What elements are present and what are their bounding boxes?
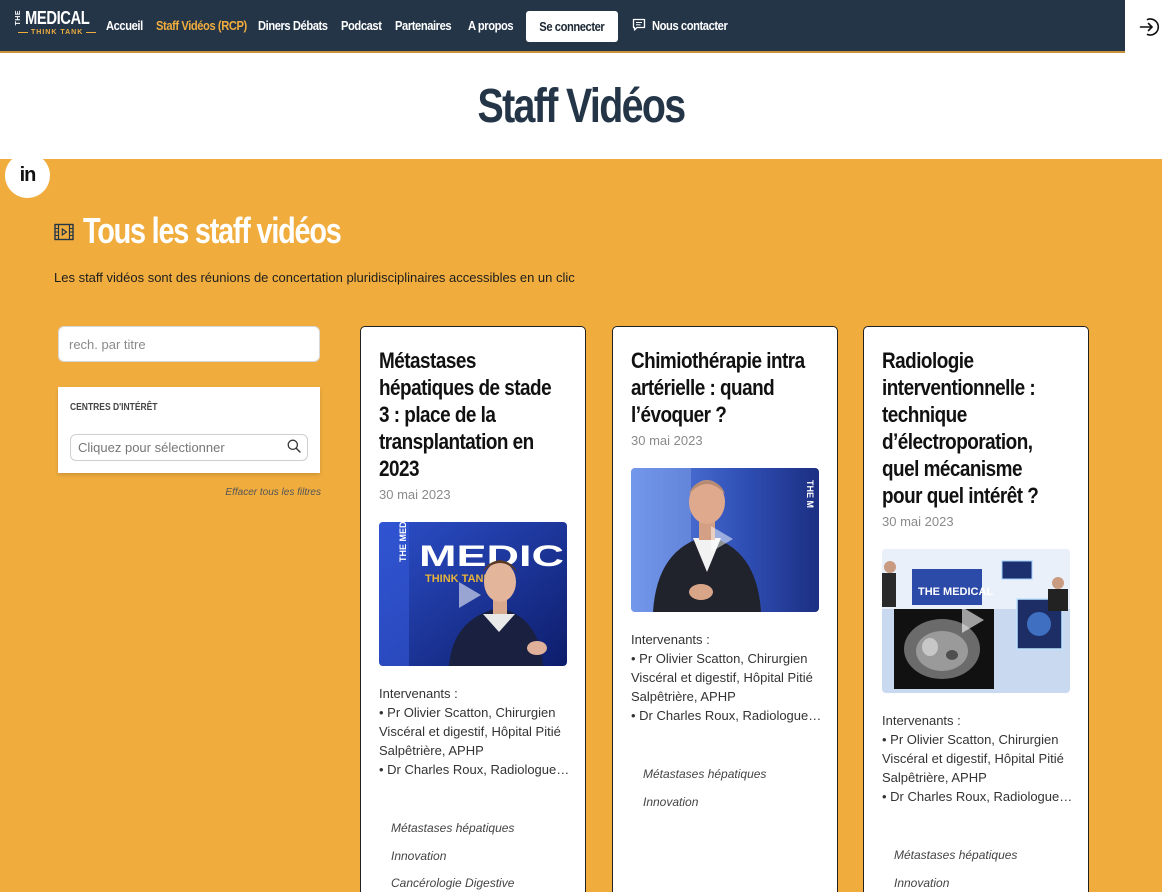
section-description: Les staff vidéos sont des réunions de co… <box>54 270 575 285</box>
thumbnail-logo-the: THE MEDICAL <box>398 522 408 562</box>
speaker-entry: • Dr Charles Roux, Radiologue… <box>631 708 822 723</box>
speaker-entry: • Dr Charles Roux, Radiologue… <box>379 762 570 777</box>
video-card-speakers: Intervenants : • Pr Olivier Scatton, Chi… <box>882 711 1076 806</box>
speakers-heading: Intervenants : <box>631 632 710 647</box>
topic-tag[interactable]: Métastases hépatiques <box>391 820 514 836</box>
video-card[interactable]: Métastases hépatiques de stade 3 : place… <box>360 326 586 892</box>
speaker-entry: • Pr Olivier Scatton, Chirurgien Viscéra… <box>379 705 561 758</box>
thumbnail-logo-text: THE M <box>805 480 815 508</box>
video-card[interactable]: Radiologie interventionnelle : technique… <box>863 326 1089 892</box>
nav-link-partenaires[interactable]: Partenaires <box>395 17 452 35</box>
section-title: Tous les staff vidéos <box>83 210 342 251</box>
site-logo[interactable]: THE MEDICAL THINK TANK <box>15 9 90 41</box>
page-header: Staff Vidéos <box>0 53 1162 159</box>
speaker-entry: • Pr Olivier Scatton, Chirurgien Viscéra… <box>631 651 813 704</box>
topic-tag[interactable]: Métastases hépatiques <box>894 847 1017 863</box>
topic-tag[interactable]: Cancérologie Digestive <box>391 875 514 891</box>
film-icon <box>54 223 74 241</box>
nav-link-accueil[interactable]: Accueil <box>106 17 143 35</box>
nav-link-podcast[interactable]: Podcast <box>341 17 382 35</box>
video-thumbnail[interactable]: THE M <box>631 468 819 612</box>
contact-link-label: Nous contacter <box>652 18 728 33</box>
top-navigation: THE MEDICAL THINK TANK Accueil Staff Vid… <box>0 0 1125 53</box>
video-card-date: 30 mai 2023 <box>882 514 954 529</box>
topic-tag[interactable]: Innovation <box>643 794 698 810</box>
video-thumbnail[interactable]: THE MEDICAL <box>882 549 1070 693</box>
interests-filter-panel: CENTRES D'INTÉRÊT <box>58 387 320 473</box>
interests-select-input[interactable] <box>70 434 308 461</box>
video-card-date: 30 mai 2023 <box>631 433 703 448</box>
account-panel-toggle[interactable] <box>1125 0 1162 53</box>
sign-in-icon <box>1139 18 1160 36</box>
login-button[interactable]: Se connecter <box>526 11 618 42</box>
topic-tag[interactable]: Innovation <box>894 875 949 891</box>
logo-medical-text: MEDICAL <box>25 8 90 28</box>
logo-think-tank-text: THINK TANK <box>15 29 85 37</box>
linkedin-share-button[interactable]: in <box>5 153 50 198</box>
video-card-title[interactable]: Radiologie interventionnelle : technique… <box>882 347 1063 509</box>
chat-bubble-icon <box>632 18 646 31</box>
topic-tag[interactable]: Métastases hépatiques <box>643 766 766 782</box>
speaker-entry: • Pr Olivier Scatton, Chirurgien Viscéra… <box>882 732 1064 785</box>
video-thumbnail[interactable]: THE MEDICAL MEDIC THINK TANK <box>379 522 567 666</box>
speaker-entry: • Dr Charles Roux, Radiologue… <box>882 789 1073 804</box>
interests-filter-label: CENTRES D'INTÉRÊT <box>70 402 158 413</box>
clear-filters-link[interactable]: Effacer tous les filtres <box>58 486 321 500</box>
video-card[interactable]: Chimiothérapie intra artérielle : quand … <box>612 326 838 892</box>
linkedin-icon: in <box>19 164 37 186</box>
login-button-label: Se connecter <box>539 19 605 34</box>
video-card-speakers: Intervenants : • Pr Olivier Scatton, Chi… <box>631 630 825 725</box>
thumbnail-logo-think-tank: THINK TANK <box>425 573 491 585</box>
thumbnail-logo-text: THE MEDICAL <box>918 586 993 598</box>
nav-link-a-propos[interactable]: A propos <box>468 17 514 35</box>
video-card-title[interactable]: Métastases hépatiques de stade 3 : place… <box>379 347 560 482</box>
video-card-date: 30 mai 2023 <box>379 487 451 502</box>
video-card-title[interactable]: Chimiothérapie intra artérielle : quand … <box>631 347 812 428</box>
topic-tag[interactable]: Innovation <box>391 848 446 864</box>
speakers-heading: Intervenants : <box>882 713 961 728</box>
title-search-input[interactable] <box>58 326 320 362</box>
logo-the-text: THE <box>15 10 22 26</box>
speakers-heading: Intervenants : <box>379 686 458 701</box>
video-card-speakers: Intervenants : • Pr Olivier Scatton, Chi… <box>379 684 573 779</box>
search-icon[interactable] <box>287 439 301 453</box>
nav-link-staff-videos[interactable]: Staff Vidéos (RCP) <box>156 17 247 35</box>
nav-link-diners-debats[interactable]: Diners Débats <box>258 17 328 35</box>
page-title: Staff Vidéos <box>477 80 686 133</box>
